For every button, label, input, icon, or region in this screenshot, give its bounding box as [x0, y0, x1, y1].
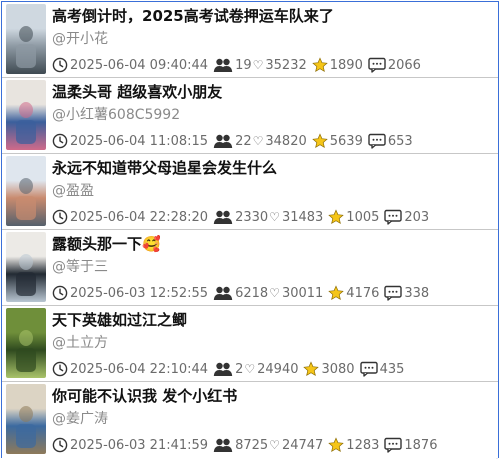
list-item[interactable]: 你可能不认识我 发个小红书 @姜广涛 2025-06-03 21:41:59 8…: [2, 382, 498, 458]
collect-count: 1283: [346, 437, 380, 453]
post-time: 2025-06-04 22:10:44: [70, 361, 209, 377]
like-count: 30011: [281, 285, 324, 301]
comment-count: 653: [387, 133, 413, 149]
comment-count: 203: [404, 209, 430, 225]
post-meta: 2025-06-04 22:28:20 2330 ♡ 31483 1005 20…: [52, 208, 434, 226]
post-author[interactable]: @等于三: [52, 258, 108, 276]
star-icon: [328, 285, 345, 301]
like-count: 24940: [257, 361, 299, 377]
heart-icon: ♡: [244, 362, 256, 376]
like-count: 24747: [281, 437, 324, 453]
thumbnail-image: [16, 330, 36, 372]
clock-icon: [52, 133, 68, 149]
thumbnail-image: [16, 26, 36, 68]
post-time: 2025-06-04 09:40:44: [70, 57, 209, 73]
follower-count: 8725: [235, 437, 269, 453]
thumbnail-image: [16, 406, 36, 448]
star-icon: [303, 361, 320, 377]
collect-count: 5639: [329, 133, 363, 149]
follower-count: 22: [235, 133, 252, 149]
heart-icon: ♡: [269, 438, 280, 452]
comment-icon: [384, 437, 403, 453]
follower-count: 2: [235, 361, 244, 377]
collect-count: 1890: [329, 57, 363, 73]
post-title[interactable]: 你可能不认识我 发个小红书: [52, 386, 492, 406]
post-thumbnail[interactable]: [6, 308, 46, 378]
collect-count: 4176: [346, 285, 380, 301]
comment-icon: [359, 361, 378, 377]
post-meta: 2025-06-04 11:08:15 22 ♡ 34820 5639 653: [52, 132, 418, 150]
clock-icon: [52, 57, 68, 73]
thumbnail-image: [16, 178, 36, 220]
post-title[interactable]: 温柔头哥 超级喜欢小朋友: [52, 82, 492, 102]
like-count: 34820: [265, 133, 307, 149]
users-icon: [213, 209, 233, 225]
clock-icon: [52, 437, 68, 453]
follower-count: 6218: [235, 285, 269, 301]
post-meta: 2025-06-03 21:41:59 8725 ♡ 24747 1283 18…: [52, 436, 442, 454]
comment-count: 338: [404, 285, 430, 301]
post-thumbnail[interactable]: [6, 156, 46, 226]
thumbnail-image: [16, 102, 36, 144]
comment-icon: [384, 209, 403, 225]
list-item[interactable]: 高考倒计时，2025高考试卷押运车队来了 @开小花 2025-06-04 09:…: [2, 2, 498, 78]
follower-count: 19: [235, 57, 252, 73]
post-author[interactable]: @开小花: [52, 30, 108, 48]
users-icon: [213, 437, 233, 453]
post-thumbnail[interactable]: [6, 232, 46, 302]
post-author[interactable]: @土立方: [52, 334, 108, 352]
comment-icon: [368, 57, 386, 73]
post-author[interactable]: @盈盈: [52, 182, 94, 200]
comment-icon: [368, 133, 386, 149]
comment-icon: [384, 285, 403, 301]
clock-icon: [52, 361, 68, 377]
post-title[interactable]: 高考倒计时，2025高考试卷押运车队来了: [52, 6, 492, 26]
users-icon: [213, 57, 233, 73]
post-list: 高考倒计时，2025高考试卷押运车队来了 @开小花 2025-06-04 09:…: [1, 1, 499, 459]
post-author[interactable]: @姜广涛: [52, 410, 108, 428]
list-item[interactable]: 露额头那一下🥰 @等于三 2025-06-03 12:52:55 6218 ♡ …: [2, 230, 498, 306]
post-title[interactable]: 露额头那一下🥰: [52, 234, 492, 254]
comment-count: 435: [379, 361, 405, 377]
post-title[interactable]: 永远不知道带父母追星会发生什么: [52, 158, 492, 178]
heart-icon: ♡: [269, 286, 280, 300]
users-icon: [213, 285, 233, 301]
star-icon: [328, 209, 345, 225]
list-item[interactable]: 永远不知道带父母追星会发生什么 @盈盈 2025-06-04 22:28:20 …: [2, 154, 498, 230]
heart-icon: ♡: [269, 210, 280, 224]
post-time: 2025-06-03 12:52:55: [70, 285, 209, 301]
post-meta: 2025-06-04 22:10:44 2 ♡ 24940 3080 435: [52, 360, 409, 378]
follower-count: 2330: [235, 209, 269, 225]
list-item[interactable]: 天下英雄如过江之鲫 @土立方 2025-06-04 22:10:44 2 ♡ 2…: [2, 306, 498, 382]
heart-icon: ♡: [252, 134, 264, 148]
comment-count: 2066: [387, 57, 421, 73]
comment-count: 1876: [404, 437, 438, 453]
clock-icon: [52, 285, 68, 301]
star-icon: [312, 133, 328, 149]
collect-count: 3080: [321, 361, 355, 377]
post-meta: 2025-06-03 12:52:55 6218 ♡ 30011 4176 33…: [52, 284, 434, 302]
users-icon: [213, 361, 233, 377]
users-icon: [213, 133, 233, 149]
post-time: 2025-06-04 22:28:20: [70, 209, 209, 225]
thumbnail-image: [16, 254, 36, 296]
clock-icon: [52, 209, 68, 225]
post-meta: 2025-06-04 09:40:44 19 ♡ 35232 1890 2066: [52, 56, 426, 74]
collect-count: 1005: [346, 209, 380, 225]
post-title[interactable]: 天下英雄如过江之鲫: [52, 310, 492, 330]
post-thumbnail[interactable]: [6, 4, 46, 74]
like-count: 35232: [265, 57, 307, 73]
post-thumbnail[interactable]: [6, 384, 46, 454]
post-thumbnail[interactable]: [6, 80, 46, 150]
post-time: 2025-06-03 21:41:59: [70, 437, 209, 453]
star-icon: [312, 57, 328, 73]
post-author[interactable]: @小红薯608C5992: [52, 106, 180, 124]
heart-icon: ♡: [252, 58, 264, 72]
like-count: 31483: [281, 209, 324, 225]
list-item[interactable]: 温柔头哥 超级喜欢小朋友 @小红薯608C5992 2025-06-04 11:…: [2, 78, 498, 154]
post-time: 2025-06-04 11:08:15: [70, 133, 209, 149]
star-icon: [328, 437, 345, 453]
